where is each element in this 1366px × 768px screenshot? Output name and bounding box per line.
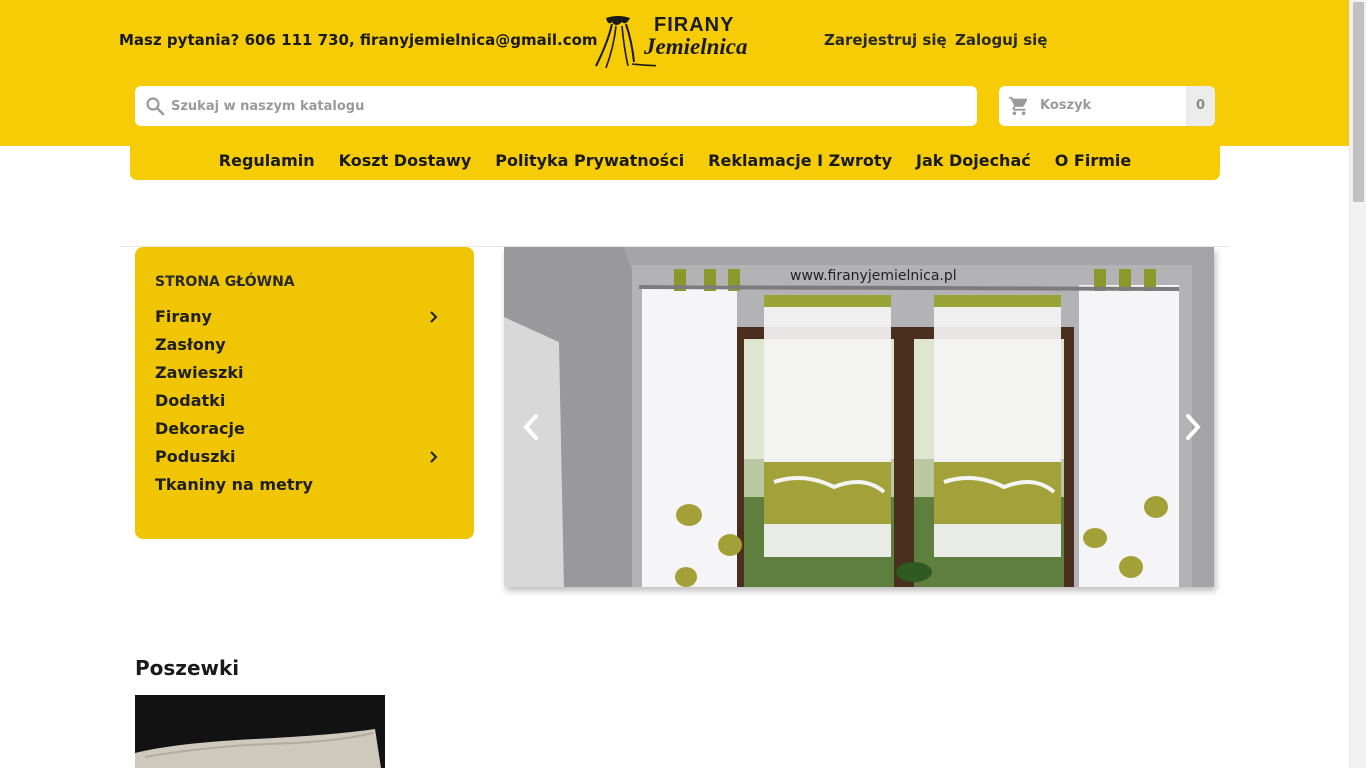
product-card[interactable] <box>135 695 385 768</box>
chevron-left-icon[interactable] <box>516 410 546 444</box>
cart-icon <box>1008 96 1028 116</box>
category-item-poduszki: Poduszki <box>155 443 445 471</box>
nav-link-jak-dojechac[interactable]: Jak Dojechać <box>904 149 1043 173</box>
category-link-poduszki[interactable]: Poduszki <box>155 447 236 466</box>
nav-item-o-firmie: O Firmie <box>1043 149 1143 173</box>
nav-link-o-firmie[interactable]: O Firmie <box>1043 149 1143 173</box>
search-bar <box>135 86 977 126</box>
category-menu: STRONA GŁÓWNA Firany Zasłony Zawieszki D… <box>135 247 474 539</box>
hero-slider: www.firanyjemielnica.pl <box>504 247 1214 587</box>
main-nav-list: Regulamin Koszt Dostawy Polityka Prywatn… <box>130 149 1220 173</box>
category-link-zaslony[interactable]: Zasłony <box>155 335 226 354</box>
login-link[interactable]: Zaloguj się <box>955 31 1047 49</box>
register-link[interactable]: Zarejestruj się <box>824 31 947 49</box>
nav-link-regulamin[interactable]: Regulamin <box>207 149 327 173</box>
featured-section-title: Poszewki <box>135 656 240 680</box>
chevron-right-icon[interactable] <box>1178 410 1208 444</box>
main-nav: Regulamin Koszt Dostawy Polityka Prywatn… <box>130 146 1220 180</box>
page-scrollbar[interactable] <box>1349 0 1366 768</box>
category-item-tkaniny-na-metry: Tkaniny na metry <box>155 471 445 499</box>
chevron-right-icon[interactable] <box>427 450 441 464</box>
cart-label: Koszyk <box>1040 98 1092 113</box>
category-home-link[interactable]: STRONA GŁÓWNA <box>155 274 295 290</box>
category-item-firany: Firany <box>155 303 445 331</box>
category-link-dekoracje[interactable]: Dekoracje <box>155 419 245 438</box>
nav-item-regulamin: Regulamin <box>207 149 327 173</box>
slider-image[interactable] <box>504 247 1214 587</box>
nav-item-jak-dojechac: Jak Dojechać <box>904 149 1043 173</box>
nav-link-polityka-prywatnosci[interactable]: Polityka Prywatności <box>483 149 696 173</box>
site-logo[interactable]: FIRANY Jemielnica <box>592 12 762 70</box>
slider-caption: www.firanyjemielnica.pl <box>790 268 957 284</box>
category-link-zawieszki[interactable]: Zawieszki <box>155 363 243 382</box>
cart-count-badge: 0 <box>1186 86 1215 126</box>
nav-link-koszt-dostawy[interactable]: Koszt Dostawy <box>327 149 484 173</box>
scrollbar-thumb[interactable] <box>1353 2 1364 202</box>
header: Masz pytania? 606 111 730, firanyjemieln… <box>0 0 1349 146</box>
cart-button[interactable]: Koszyk 0 <box>999 86 1215 126</box>
category-item-zaslony: Zasłony <box>155 331 445 359</box>
nav-item-polityka-prywatnosci: Polityka Prywatności <box>483 149 696 173</box>
category-item-dekoracje: Dekoracje <box>155 415 445 443</box>
category-item-zawieszki: Zawieszki <box>155 359 445 387</box>
category-link-dodatki[interactable]: Dodatki <box>155 391 225 410</box>
category-link-firany[interactable]: Firany <box>155 307 212 326</box>
contact-info: Masz pytania? 606 111 730, firanyjemieln… <box>119 31 598 49</box>
logo-text-jemielnica: Jemielnica <box>644 34 748 59</box>
category-item-dodatki: Dodatki <box>155 387 445 415</box>
category-link-tkaniny-na-metry[interactable]: Tkaniny na metry <box>155 475 313 494</box>
category-list: Firany Zasłony Zawieszki Dodatki Dekorac… <box>155 303 445 499</box>
search-input[interactable] <box>171 86 961 126</box>
nav-link-reklamacje-i-zwroty[interactable]: Reklamacje I Zwroty <box>696 149 904 173</box>
chevron-right-icon[interactable] <box>427 310 441 324</box>
product-image[interactable] <box>135 695 385 768</box>
search-icon[interactable] <box>145 96 165 116</box>
nav-item-reklamacje-i-zwroty: Reklamacje I Zwroty <box>696 149 904 173</box>
nav-item-koszt-dostawy: Koszt Dostawy <box>327 149 484 173</box>
